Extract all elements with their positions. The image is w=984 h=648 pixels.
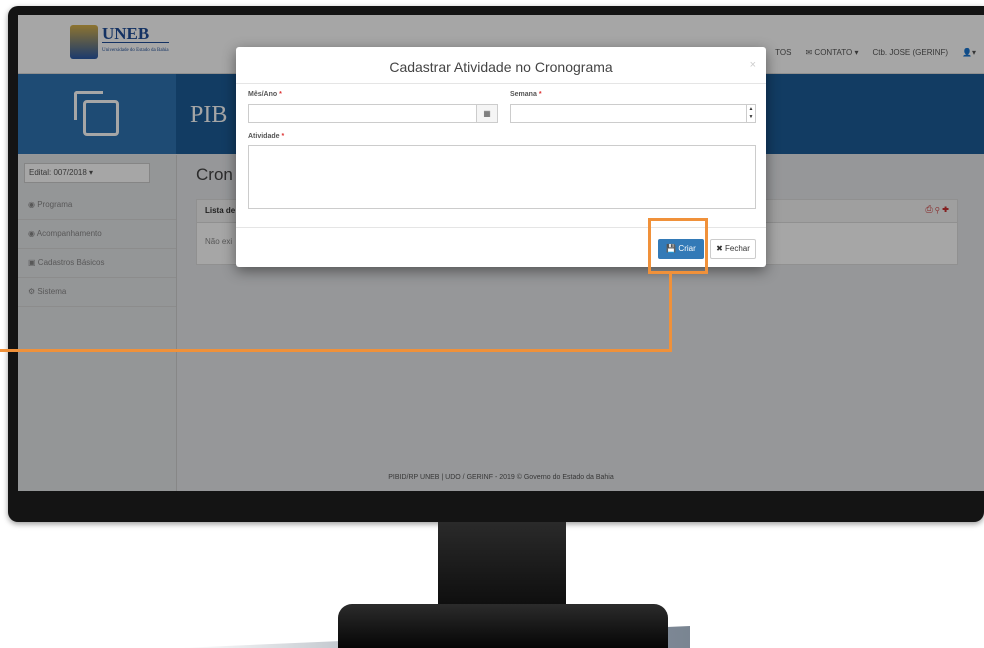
label-atividade: Atividade *: [248, 133, 285, 140]
close-x-icon: ✖: [716, 244, 723, 253]
fechar-label: Fechar: [725, 244, 750, 253]
modal-title: Cadastrar Atividade no Cronograma: [389, 59, 613, 75]
highlight-connector-horizontal: [0, 349, 672, 352]
highlight-connector-vertical: [669, 274, 672, 352]
highlight-box: [648, 218, 708, 274]
monitor-neck: [438, 522, 566, 606]
semana-input[interactable]: ▲ ▼: [510, 104, 756, 123]
close-icon[interactable]: ×: [750, 45, 756, 85]
monitor-screen: UNEB Universidade do Estado da Bahia TOS…: [18, 15, 984, 491]
label-semana: Semana *: [510, 91, 542, 98]
monitor-stand: [338, 604, 668, 648]
fechar-button[interactable]: ✖ Fechar: [710, 239, 756, 259]
mes-ano-input[interactable]: ▦: [248, 104, 498, 123]
calendar-icon[interactable]: ▦: [476, 105, 497, 122]
modal-header: Cadastrar Atividade no Cronograma ×: [236, 47, 766, 84]
atividade-textarea[interactable]: [248, 145, 756, 209]
spinner-arrows-icon[interactable]: ▲ ▼: [746, 105, 755, 122]
label-mes-ano: Mês/Ano *: [248, 91, 282, 98]
